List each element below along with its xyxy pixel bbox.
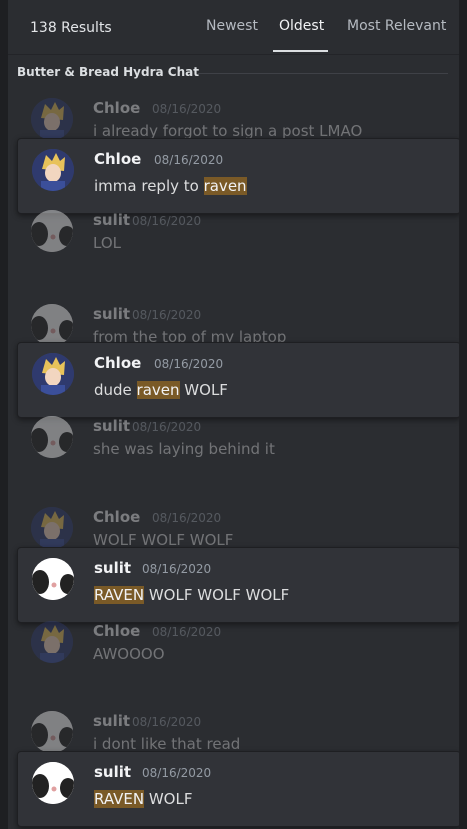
avatar[interactable] (31, 507, 73, 549)
message-text: dude raven WOLF (94, 381, 228, 399)
tab-oldest[interactable]: Oldest (279, 18, 324, 34)
message-date: 08/16/2020 (132, 715, 202, 729)
message-text: LOL (93, 234, 121, 252)
author-name[interactable]: sulit (93, 417, 130, 435)
message-date: 08/16/2020 (152, 102, 222, 116)
avatar[interactable] (31, 621, 73, 663)
message-date: 08/16/2020 (154, 153, 224, 167)
author-name[interactable]: sulit (94, 559, 131, 577)
avatar[interactable] (31, 98, 73, 140)
tab-newest[interactable]: Newest (206, 18, 258, 34)
context-message: Chloe 08/16/2020 AWOOOO (8, 621, 459, 681)
message-date: 08/16/2020 (142, 562, 212, 576)
avatar[interactable] (31, 711, 73, 753)
message-text: AWOOOO (93, 645, 165, 663)
message-date: 08/16/2020 (132, 308, 202, 322)
channel-divider (198, 73, 448, 74)
search-highlight: RAVEN (94, 586, 145, 604)
author-name[interactable]: Chloe (94, 150, 141, 168)
message-text: RAVEN WOLF WOLF WOLF (94, 586, 290, 604)
author-name[interactable]: Chloe (93, 99, 140, 117)
avatar[interactable] (32, 149, 74, 191)
message-text: imma reply to raven (94, 177, 247, 195)
search-result[interactable]: Chloe 08/16/2020 dude raven WOLF (17, 342, 459, 418)
search-result[interactable]: Chloe 08/16/2020 imma reply to raven (17, 138, 459, 214)
search-results-header: 138 Results Newest Oldest Most Relevant (8, 0, 459, 55)
message-date: 08/16/2020 (142, 766, 212, 780)
author-name[interactable]: sulit (94, 763, 131, 781)
author-name[interactable]: sulit (93, 211, 130, 229)
channel-name[interactable]: Butter & Bread Hydra Chat (17, 65, 199, 79)
search-results-panel: 138 Results Newest Oldest Most Relevant … (8, 0, 459, 829)
active-tab-indicator (273, 50, 328, 52)
avatar[interactable] (31, 416, 73, 458)
search-highlight: raven (136, 381, 180, 399)
avatar[interactable] (32, 762, 74, 804)
author-name[interactable]: sulit (93, 305, 130, 323)
context-message: sulit 08/16/2020 she was laying behind i… (8, 416, 459, 476)
message-date: 08/16/2020 (152, 511, 222, 525)
message-date: 08/16/2020 (132, 214, 202, 228)
avatar[interactable] (31, 304, 73, 346)
message-date: 08/16/2020 (152, 625, 222, 639)
author-name[interactable]: Chloe (93, 508, 140, 526)
avatar[interactable] (32, 558, 74, 600)
tab-most-relevant[interactable]: Most Relevant (347, 18, 446, 34)
context-message: sulit 08/16/2020 LOL (8, 210, 459, 270)
message-date: 08/16/2020 (132, 420, 202, 434)
search-result[interactable]: sulit 08/16/2020 RAVEN WOLF (17, 751, 459, 827)
author-name[interactable]: Chloe (94, 354, 141, 372)
author-name[interactable]: Chloe (93, 622, 140, 640)
avatar[interactable] (32, 353, 74, 395)
author-name[interactable]: sulit (93, 712, 130, 730)
message-text: she was laying behind it (93, 440, 275, 458)
search-highlight: raven (203, 177, 247, 195)
search-highlight: RAVEN (94, 790, 145, 808)
message-text: RAVEN WOLF (94, 790, 193, 808)
search-result[interactable]: sulit 08/16/2020 RAVEN WOLF WOLF WOLF (17, 547, 459, 623)
avatar[interactable] (31, 210, 73, 252)
message-date: 08/16/2020 (154, 357, 224, 371)
results-count: 138 Results (30, 20, 112, 36)
